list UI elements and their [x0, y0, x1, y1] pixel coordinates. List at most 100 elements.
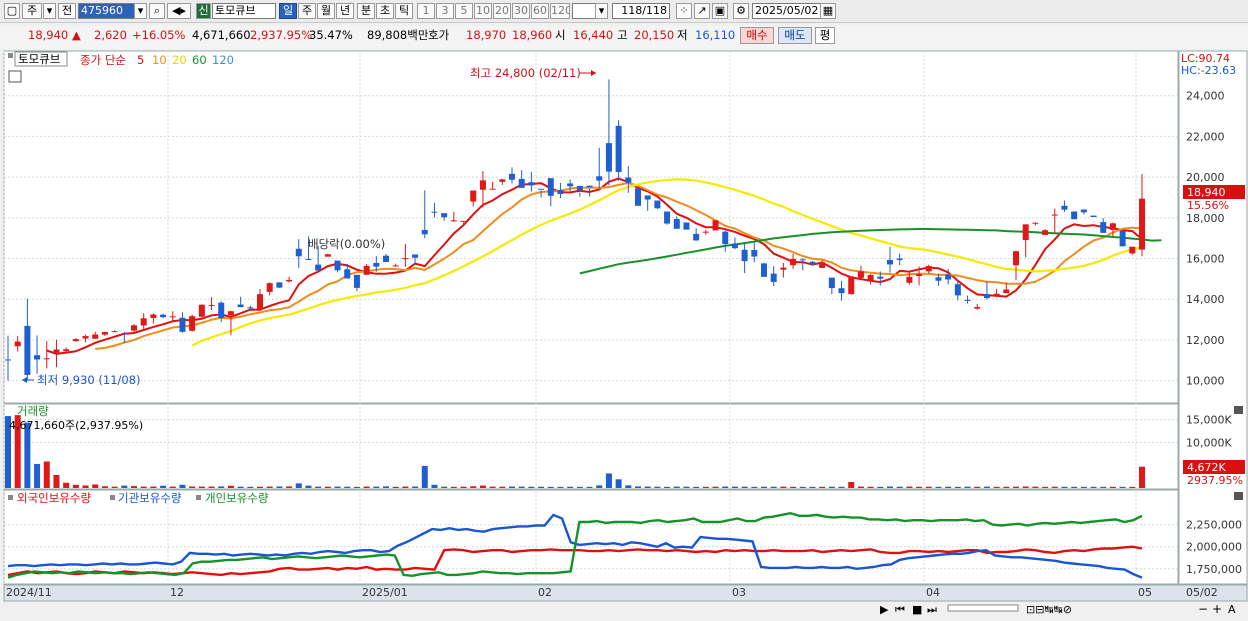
x-tick-label: 2025/01: [362, 586, 408, 599]
candle-body: [499, 179, 506, 182]
volume-bar: [160, 485, 167, 488]
volume-bar: [1061, 486, 1068, 488]
count-120[interactable]: 120: [550, 3, 570, 19]
play-icon[interactable]: ▶: [880, 603, 889, 616]
table-icon[interactable]: [8, 70, 22, 83]
window-icon[interactable]: ▢: [4, 3, 20, 19]
calendar-icon[interactable]: ▦: [820, 3, 836, 19]
low-price: 16,110: [695, 28, 736, 42]
candle-body: [508, 173, 516, 180]
candle-body: [237, 304, 244, 308]
rewind-icon[interactable]: ⏮: [895, 603, 905, 616]
period-minute[interactable]: 분: [357, 3, 375, 19]
volume-bar: [557, 486, 564, 488]
tool-icons[interactable]: ⊡⊟↹↹⊘: [1026, 603, 1072, 616]
candle-body: [528, 182, 535, 186]
sell-button[interactable]: 매도: [778, 27, 812, 44]
speaker-icon[interactable]: ◀▸: [167, 3, 191, 19]
period-second[interactable]: 초: [376, 3, 394, 19]
forward-icon[interactable]: ⏭: [927, 603, 937, 616]
volume-bar: [353, 486, 360, 488]
price-tag-pct: 15.56%: [1187, 199, 1229, 212]
candle-body: [150, 314, 157, 318]
candle-body: [1090, 215, 1097, 218]
volume-bar: [770, 486, 777, 488]
volume-bar: [392, 486, 399, 488]
count-3[interactable]: 3: [436, 3, 454, 19]
volume-bar: [974, 486, 981, 488]
gear-icon[interactable]: ⚙: [733, 3, 749, 19]
count-30[interactable]: 30: [512, 3, 530, 19]
period-week[interactable]: 주: [298, 3, 316, 19]
volume-bar: [896, 486, 903, 488]
candle-body: [567, 183, 574, 187]
volume-bar: [1100, 486, 1107, 488]
candle-body: [53, 349, 60, 353]
zoom-in-icon[interactable]: +: [1212, 602, 1222, 616]
volume-bar: [295, 483, 302, 488]
candle-body: [460, 220, 467, 222]
stock-chart[interactable]: 10,000 12,000 14,000 16,000 18,000 20,000 22,0…: [0, 49, 1248, 621]
price-panel: [3, 50, 1179, 404]
date-input[interactable]: 2025/05/02: [752, 3, 824, 19]
count-1[interactable]: 1: [417, 3, 435, 19]
volume-bar: [1080, 486, 1087, 488]
price-tick-label: 20,000: [1186, 171, 1225, 184]
candle-body: [867, 275, 874, 282]
market-button[interactable]: 주: [22, 3, 42, 19]
period-tick[interactable]: 틱: [395, 3, 413, 19]
average-button[interactable]: 평: [815, 27, 835, 44]
candle-body: [935, 277, 942, 281]
save-icon[interactable]: ▣: [712, 3, 728, 19]
scrollbar[interactable]: [947, 604, 1019, 612]
volume-bar: [741, 486, 748, 488]
candle-body: [198, 304, 205, 317]
holding-tick-label: 2,000,000: [1186, 541, 1242, 554]
period-month[interactable]: 월: [317, 3, 335, 19]
bid-price: 18,960: [512, 28, 553, 42]
period-year[interactable]: 년: [336, 3, 354, 19]
code-input[interactable]: 475960: [78, 3, 136, 19]
volume-bar: [305, 485, 312, 488]
candle-body: [34, 355, 41, 360]
volume-bar: [528, 486, 535, 488]
holding-close-icon[interactable]: [1234, 492, 1243, 500]
candle-body: [760, 263, 768, 277]
zoom-out-icon[interactable]: −: [1198, 602, 1208, 616]
stop-icon[interactable]: ■: [912, 603, 922, 616]
count-5[interactable]: 5: [455, 3, 473, 19]
draw-icon[interactable]: ↗: [694, 3, 710, 19]
count-60[interactable]: 60: [531, 3, 549, 19]
link-icon[interactable]: ⁘: [676, 3, 692, 19]
candle-body: [916, 274, 923, 277]
auto-icon[interactable]: A: [1228, 603, 1236, 616]
legend-ma5: 5: [137, 53, 144, 67]
buy-button[interactable]: 매수: [740, 27, 774, 44]
volume-bar: [819, 486, 826, 488]
legend-ma60: 60: [192, 53, 207, 67]
candle-body: [751, 249, 758, 257]
volume-panel: [3, 403, 1179, 490]
prev-button[interactable]: 전: [58, 3, 76, 19]
candle-body: [780, 267, 787, 270]
volume-close-icon[interactable]: [1234, 406, 1243, 414]
volume-bar: [722, 486, 729, 488]
count-dropdown-icon[interactable]: ▾: [595, 3, 608, 19]
candle-body: [179, 317, 186, 332]
count-20[interactable]: 20: [493, 3, 511, 19]
chevron-down-icon[interactable]: ▾: [43, 3, 56, 19]
candle-body: [431, 211, 438, 213]
volume-bar: [441, 486, 448, 488]
volume-bar: [654, 486, 661, 488]
period-day[interactable]: 일: [279, 3, 297, 19]
candle-body: [256, 294, 264, 310]
candle-body: [538, 188, 545, 190]
search-icon[interactable]: ⌕: [149, 3, 165, 19]
code-dropdown-icon[interactable]: ▾: [134, 3, 147, 19]
volume-bar: [82, 485, 89, 488]
volume-bar: [867, 486, 874, 488]
volume-bar: [150, 486, 157, 488]
candle-body: [596, 176, 603, 181]
candle-body: [741, 249, 748, 262]
count-10[interactable]: 10: [474, 3, 492, 19]
